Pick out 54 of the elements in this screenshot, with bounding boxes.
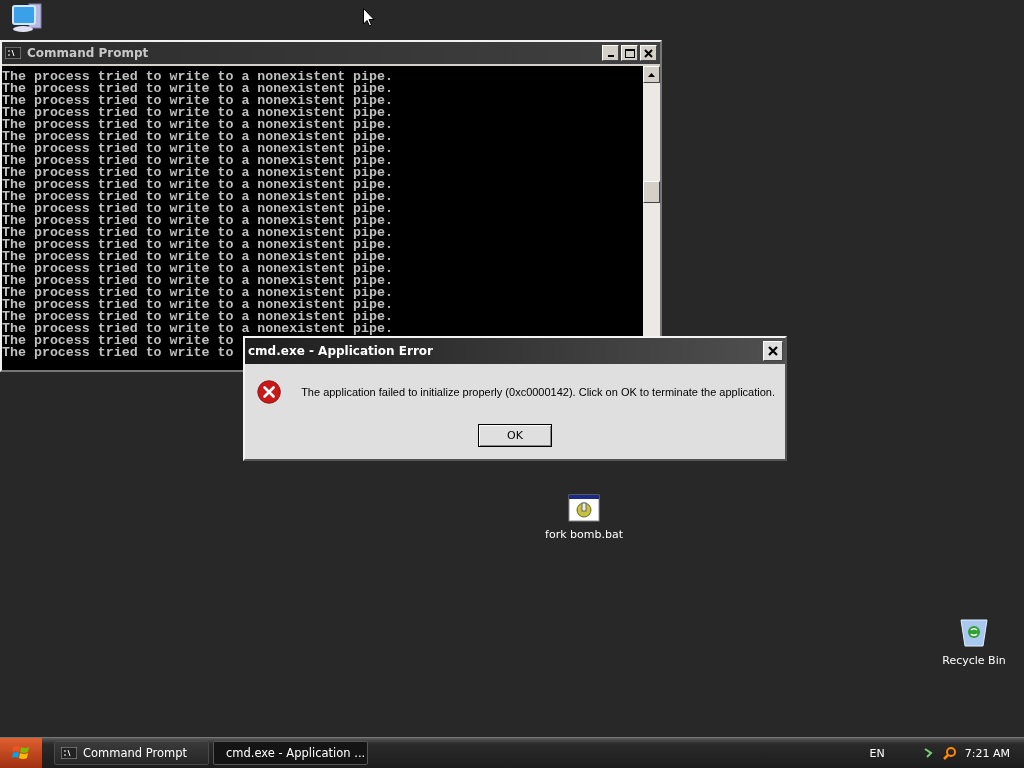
network-icon[interactable] — [922, 747, 935, 759]
clock[interactable]: 7:21 AM — [964, 746, 1010, 760]
maximize-icon — [624, 48, 635, 58]
close-button[interactable] — [763, 341, 783, 361]
console-line: The process tried to write to a nonexistent pipe. — [2, 131, 393, 143]
dialog-title: cmd.exe - Application Error — [248, 344, 435, 358]
console-line: The process tried to write to — [2, 335, 234, 347]
icon-label[interactable]: Recycle Bin — [942, 654, 1006, 667]
console-line: The process tried to write to a nonexistent pipe. — [2, 263, 393, 275]
recycle-bin-icon[interactable] — [959, 616, 989, 648]
console-line: The process tried to write to — [2, 347, 234, 359]
windows-logo-icon — [12, 745, 30, 761]
start-button[interactable] — [0, 738, 42, 768]
console-line: The process tried to write to a nonexistent pipe. — [2, 287, 393, 299]
mouse-cursor-icon — [363, 8, 375, 27]
console-line: The process tried to write to a nonexistent pipe. — [2, 203, 393, 215]
icon-label[interactable]: fork bomb.bat — [545, 528, 623, 541]
console-icon — [61, 747, 77, 759]
taskbar-button[interactable]: cmd.exe - Application ... — [213, 741, 368, 765]
console-line: The process tried to write to a nonexistent pipe. — [2, 179, 393, 191]
ok-button[interactable]: OK — [478, 424, 552, 447]
console-line: The process tried to write to a nonexistent pipe. — [2, 83, 393, 95]
up-arrow-icon — [648, 72, 655, 77]
console-line: The process tried to write to a nonexistent pipe. — [2, 167, 393, 179]
computer-icon[interactable] — [11, 2, 45, 34]
batch-file-icon[interactable] — [568, 494, 600, 522]
scroll-thumb[interactable] — [643, 181, 660, 203]
console-line: The process tried to write to a nonexistent pipe. — [2, 119, 393, 131]
console-line: The process tried to write to a nonexistent pipe. — [2, 323, 393, 335]
console-line: The process tried to write to a nonexistent pipe. — [2, 275, 393, 287]
console-line: The process tried to write to a nonexistent pipe. — [2, 155, 393, 167]
console-line: The process tried to write to a nonexistent pipe. — [2, 251, 393, 263]
magnifier-icon[interactable] — [942, 746, 957, 760]
language-indicator[interactable]: EN — [869, 746, 885, 760]
console-line: The process tried to write to a nonexistent pipe. — [2, 95, 393, 107]
console-line: The process tried to write to a nonexistent pipe. — [2, 215, 393, 227]
minimize-button[interactable] — [602, 45, 619, 61]
console-line: The process tried to write to a nonexistent pipe. — [2, 107, 393, 119]
console-line: The process tried to write to a nonexistent pipe. — [2, 143, 393, 155]
maximize-button[interactable] — [621, 45, 638, 61]
console-line: The process tried to write to a nonexistent pipe. — [2, 71, 393, 83]
console-line: The process tried to write to a nonexistent pipe. — [2, 311, 393, 323]
window-title: Command Prompt — [27, 46, 149, 60]
close-icon — [644, 48, 653, 58]
console-icon — [5, 47, 21, 59]
console-line: The process tried to write to a nonexistent pipe. — [2, 191, 393, 203]
console-line: The process tried to write to a nonexistent pipe. — [2, 227, 393, 239]
scroll-up-button[interactable] — [643, 66, 660, 83]
error-message: The application failed to initialize properly (0xc0000142). Click on OK to terminate the application. — [301, 386, 775, 398]
close-icon — [768, 346, 778, 356]
console-line: The process tried to write to a nonexistent pipe. — [2, 299, 393, 311]
console-line: The process tried to write to a nonexistent pipe. — [2, 239, 393, 251]
close-button[interactable] — [640, 45, 657, 61]
taskbar-button[interactable]: Command Prompt — [54, 741, 209, 765]
